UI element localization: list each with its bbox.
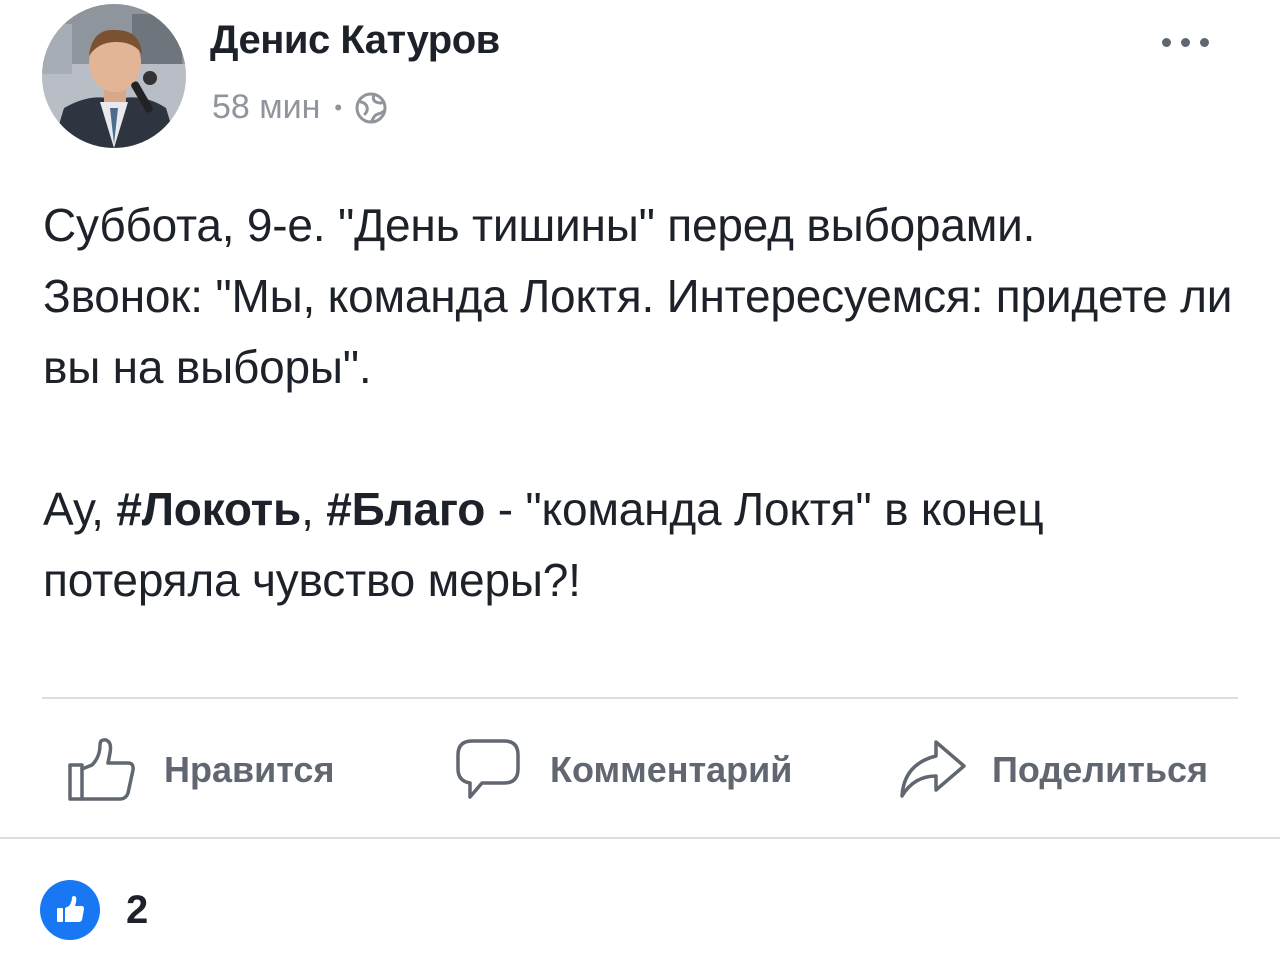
post-paragraph-2: Звонок: "Мы, команда Локтя. Интересуемся… bbox=[43, 270, 1233, 393]
share-button[interactable]: Поделиться bbox=[896, 715, 1208, 825]
thumbs-up-icon bbox=[57, 896, 84, 922]
more-options-icon bbox=[1180, 37, 1190, 47]
post-meta: 58 мин • bbox=[212, 88, 388, 127]
reaction-count: 2 bbox=[126, 887, 149, 932]
speech-bubble-icon bbox=[456, 739, 520, 799]
actions-divider bbox=[0, 837, 1280, 839]
more-options-icon bbox=[1199, 37, 1209, 47]
post-paragraph-3: Ау, #Локоть, #Благо - "команда Локтя" в … bbox=[43, 474, 1243, 616]
like-label: Нравится bbox=[164, 749, 335, 790]
share-arrow-icon bbox=[900, 740, 966, 798]
profile-photo-icon bbox=[42, 4, 186, 148]
globe-icon[interactable] bbox=[354, 91, 388, 125]
like-button[interactable]: Нравится bbox=[66, 715, 334, 825]
share-label: Поделиться bbox=[992, 749, 1209, 790]
comment-button[interactable]: Комментарий bbox=[454, 715, 792, 825]
post-text: Суббота, 9-е. "День тишины" перед выбора… bbox=[43, 190, 1243, 616]
paragraph-prefix: Ау, bbox=[43, 483, 117, 535]
action-bar: Нравится Комментарий Поделиться bbox=[0, 715, 1280, 825]
thumbs-up-icon bbox=[68, 738, 135, 801]
author-name[interactable]: Денис Катуров bbox=[210, 18, 500, 63]
hashtag-separator: , bbox=[301, 483, 327, 535]
hashtag-lokot-link[interactable]: #Локоть bbox=[116, 483, 301, 535]
more-options-button[interactable] bbox=[1150, 22, 1220, 62]
comment-label: Комментарий bbox=[550, 749, 793, 790]
content-divider bbox=[42, 697, 1238, 699]
like-reaction-icon bbox=[40, 880, 100, 940]
facebook-post: Денис Катуров 58 мин • Суббота, 9-е. "Де… bbox=[0, 0, 1280, 962]
author-avatar[interactable] bbox=[42, 4, 186, 148]
post-paragraph-1: Суббота, 9-е. "День тишины" перед выбора… bbox=[43, 199, 1036, 251]
more-options-icon bbox=[1161, 37, 1171, 47]
post-timestamp[interactable]: 58 мин bbox=[212, 88, 320, 127]
reactions-summary[interactable]: 2 bbox=[40, 880, 148, 940]
hashtag-blago-link[interactable]: #Благо bbox=[326, 483, 485, 535]
meta-separator: • bbox=[334, 94, 343, 120]
